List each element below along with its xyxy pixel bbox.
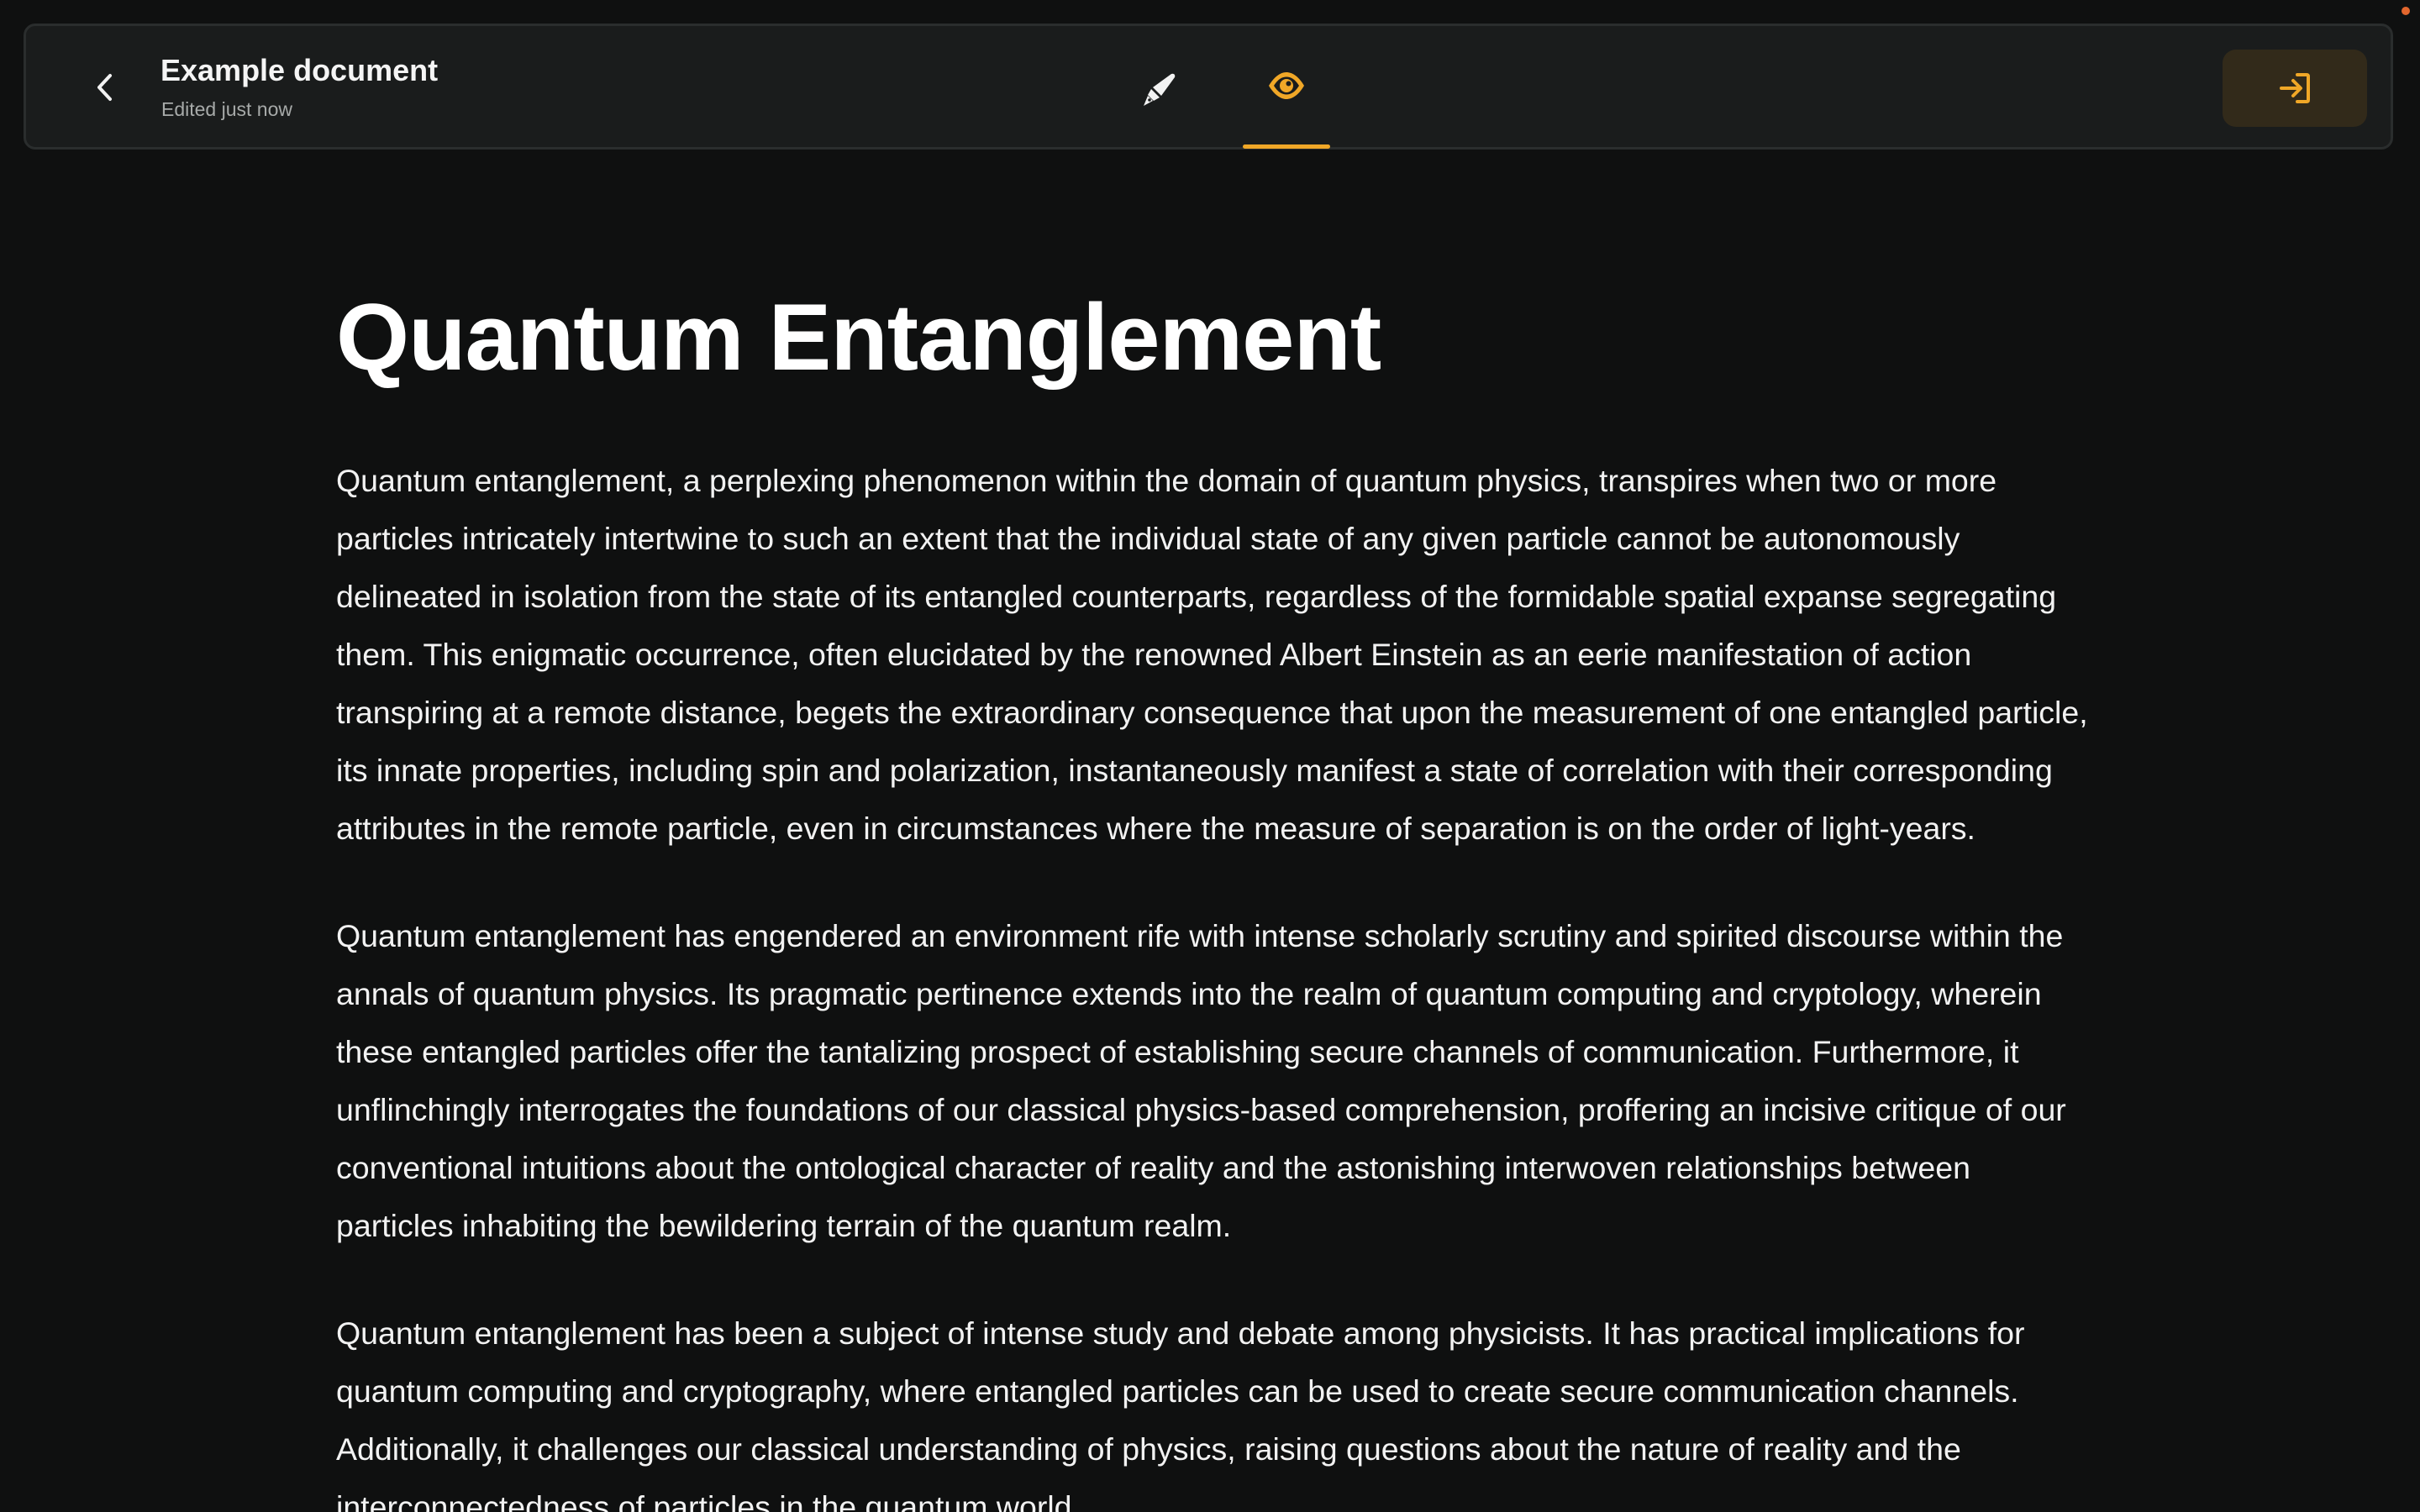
paragraph-1: Quantum entanglement, a perplexing pheno…: [336, 463, 2088, 846]
edit-status: Edited just now: [161, 98, 292, 120]
pen-icon: [1144, 73, 1176, 106]
chevron-left-icon: [97, 74, 112, 101]
app-window: Example document Edited just now Quantum…: [0, 0, 2420, 1512]
sign-in-icon: [2280, 73, 2310, 103]
document-body: Quantum Entanglement Quantum entanglemen…: [336, 282, 2092, 1512]
document-title: Example document: [160, 53, 439, 87]
notification-dot: [2402, 7, 2410, 15]
top-bar: Example document Edited just now: [24, 24, 2393, 150]
active-tab-indicator: [1243, 144, 1330, 149]
eye-icon: [1269, 72, 1304, 99]
sign-in-button[interactable]: [2223, 50, 2367, 127]
paragraph-2: Quantum entanglement has engendered an e…: [336, 918, 2066, 1243]
paragraph-3: Quantum entanglement has been a subject …: [336, 1315, 2025, 1512]
tab-edit[interactable]: [1115, 61, 1202, 149]
tab-preview[interactable]: [1243, 61, 1330, 149]
document-heading: Quantum Entanglement: [336, 285, 1381, 390]
back-button[interactable]: [76, 58, 135, 117]
